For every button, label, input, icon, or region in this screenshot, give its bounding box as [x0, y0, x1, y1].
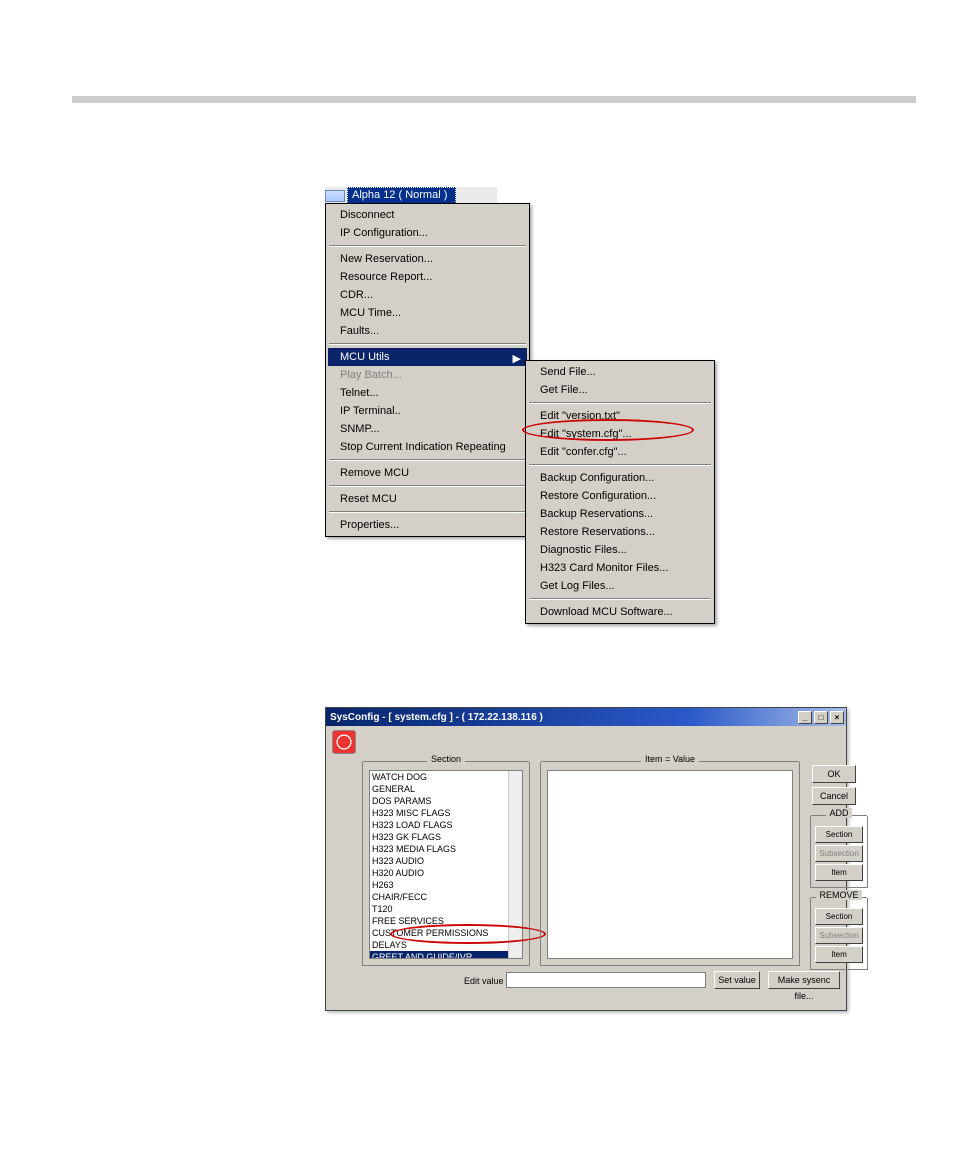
- menu-item[interactable]: MCU Time...: [328, 304, 527, 322]
- window-title: SysConfig - [ system.cfg ] - ( 172.22.13…: [330, 712, 796, 723]
- edit-value-input[interactable]: [506, 972, 706, 988]
- section-item[interactable]: H320 AUDIO: [370, 867, 522, 879]
- menu-item[interactable]: MCU Utils▶: [328, 348, 527, 366]
- menu-item[interactable]: CDR...: [328, 286, 527, 304]
- group-remove: REMOVE Section Subsection Item: [810, 898, 868, 970]
- menu-item[interactable]: Stop Current Indication Repeating: [328, 438, 527, 456]
- section-item[interactable]: DOS PARAMS: [370, 795, 522, 807]
- annotation-ellipse-edit-systemcfg: [522, 419, 694, 441]
- remove-subsection-button[interactable]: Subsection: [815, 927, 863, 944]
- menu-item[interactable]: Send File...: [528, 363, 712, 381]
- menu-item[interactable]: IP Terminal..: [328, 402, 527, 420]
- menu-item[interactable]: Remove MCU: [328, 464, 527, 482]
- menu-item[interactable]: Backup Reservations...: [528, 505, 712, 523]
- titlebar: SysConfig - [ system.cfg ] - ( 172.22.13…: [326, 708, 846, 726]
- section-item[interactable]: H323 MISC FLAGS: [370, 807, 522, 819]
- menu-item[interactable]: H323 Card Monitor Files...: [528, 559, 712, 577]
- group-add: ADD Section Subsection Item: [810, 816, 868, 888]
- cancel-button[interactable]: Cancel: [812, 787, 856, 805]
- menu-item[interactable]: Disconnect: [328, 206, 527, 224]
- menu-item[interactable]: Restore Reservations...: [528, 523, 712, 541]
- menu-item[interactable]: Backup Configuration...: [528, 469, 712, 487]
- menu-item[interactable]: Diagnostic Files...: [528, 541, 712, 559]
- context-menu-mcu: DisconnectIP Configuration... New Reserva…: [325, 203, 530, 537]
- menu-item[interactable]: New Reservation...: [328, 250, 527, 268]
- section-item[interactable]: H323 GK FLAGS: [370, 831, 522, 843]
- section-item[interactable]: H323 LOAD FLAGS: [370, 819, 522, 831]
- remove-label: REMOVE: [816, 890, 861, 900]
- group-item-value: Item = Value: [540, 762, 800, 966]
- minimize-button[interactable]: _: [798, 711, 812, 724]
- menu-item[interactable]: Get Log Files...: [528, 577, 712, 595]
- section-item[interactable]: GENERAL: [370, 783, 522, 795]
- menu-item[interactable]: Properties...: [328, 516, 527, 534]
- set-value-button[interactable]: Set value: [714, 971, 760, 989]
- submenu-mcu-utils: Send File...Get File...Edit "version.txt…: [525, 360, 715, 624]
- mcu-tree-node[interactable]: Alpha 12 ( Normal ): [325, 187, 497, 204]
- chevron-right-icon: ▶: [513, 352, 521, 365]
- remove-section-button[interactable]: Section: [815, 908, 863, 925]
- section-item[interactable]: CHAIR/FECC: [370, 891, 522, 903]
- mcu-label-text: Alpha 12 ( Normal ): [347, 187, 456, 204]
- group-section: Section WATCH DOGGENERALDOS PARAMSH323 M…: [362, 762, 530, 966]
- menu-item[interactable]: Get File...: [528, 381, 712, 399]
- close-button[interactable]: ×: [830, 711, 844, 724]
- group-item-label: Item = Value: [541, 754, 799, 764]
- menu-item[interactable]: Resource Report...: [328, 268, 527, 286]
- menu-item[interactable]: Edit "confer.cfg"...: [528, 443, 712, 461]
- app-icon: [332, 730, 356, 754]
- header-divider: [72, 96, 916, 103]
- maximize-button[interactable]: □: [814, 711, 828, 724]
- section-item[interactable]: GREET AND GUIDE/IVR: [370, 951, 522, 959]
- section-item[interactable]: H323 AUDIO: [370, 855, 522, 867]
- listbox-items[interactable]: [547, 770, 793, 959]
- add-label: ADD: [826, 808, 851, 818]
- menu-item[interactable]: Reset MCU: [328, 490, 527, 508]
- menu-item[interactable]: IP Configuration...: [328, 224, 527, 242]
- edit-value-label: Edit value: [464, 976, 504, 986]
- annotation-ellipse-greet-guide: [390, 924, 546, 944]
- add-section-button[interactable]: Section: [815, 826, 863, 843]
- dialog-sysconfig: SysConfig - [ system.cfg ] - ( 172.22.13…: [325, 707, 847, 1011]
- group-section-label: Section: [363, 754, 529, 764]
- section-item[interactable]: WATCH DOG: [370, 771, 522, 783]
- figure-context-menu: Alpha 12 ( Normal ) DisconnectIP Configu…: [325, 187, 719, 204]
- menu-item[interactable]: SNMP...: [328, 420, 527, 438]
- section-item[interactable]: T120: [370, 903, 522, 915]
- add-subsection-button[interactable]: Subsection: [815, 845, 863, 862]
- make-sysenc-file-button[interactable]: Make sysenc file...: [768, 971, 840, 989]
- add-item-button[interactable]: Item: [815, 864, 863, 881]
- menu-item[interactable]: Play Batch...: [328, 366, 527, 384]
- menu-item[interactable]: Restore Configuration...: [528, 487, 712, 505]
- menu-item[interactable]: Telnet...: [328, 384, 527, 402]
- ok-button[interactable]: OK: [812, 765, 856, 783]
- menu-item[interactable]: Faults...: [328, 322, 527, 340]
- remove-item-button[interactable]: Item: [815, 946, 863, 963]
- section-item[interactable]: H263: [370, 879, 522, 891]
- menu-item[interactable]: Download MCU Software...: [528, 603, 712, 621]
- section-item[interactable]: H323 MEDIA FLAGS: [370, 843, 522, 855]
- mcu-icon: [325, 190, 345, 202]
